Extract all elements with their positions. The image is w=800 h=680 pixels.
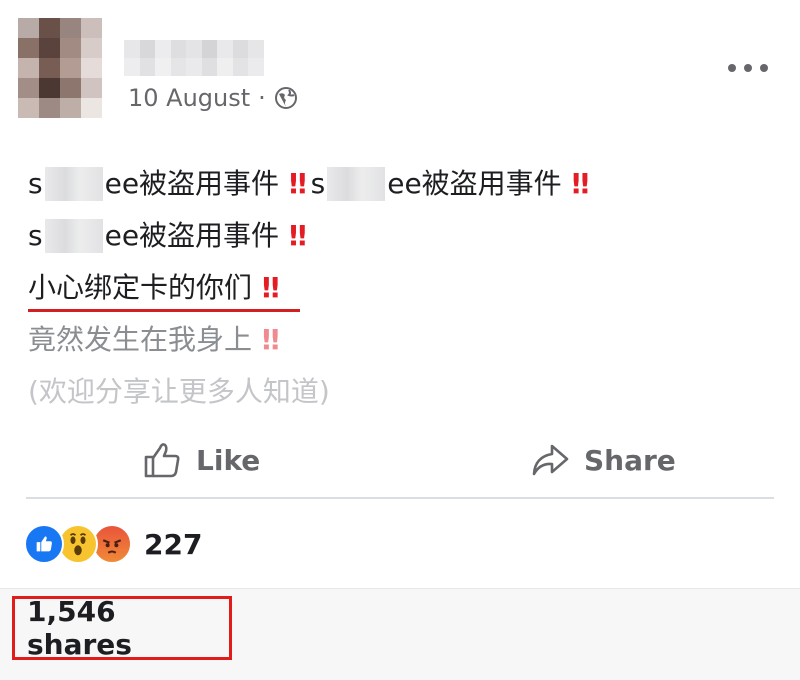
more-options-icon[interactable] bbox=[728, 58, 768, 78]
angry-reaction-icon bbox=[92, 524, 132, 564]
share-button[interactable]: Share bbox=[530, 430, 676, 490]
double-exclamation-icon: ‼ bbox=[289, 167, 306, 200]
wow-reaction-icon bbox=[58, 524, 98, 564]
post-text: s ee被盗用事件 ‼ s ee被盗用事件 ‼ s ee被盗用事件 ‼ 小心绑定… bbox=[28, 158, 768, 418]
like-label: Like bbox=[196, 443, 261, 477]
blurred-text bbox=[44, 219, 103, 253]
reactions-summary[interactable]: 227 bbox=[24, 524, 202, 564]
share-label: Share bbox=[584, 443, 676, 477]
shares-count[interactable]: 1,546 shares bbox=[12, 595, 232, 661]
globe-icon bbox=[274, 87, 297, 109]
blurred-text bbox=[327, 167, 386, 201]
double-exclamation-icon: ‼ bbox=[289, 219, 306, 252]
post-line-5: (欢迎分享让更多人知道) bbox=[28, 375, 330, 408]
like-button[interactable]: Like bbox=[142, 430, 260, 490]
post-date[interactable]: 10 August bbox=[128, 84, 250, 112]
double-exclamation-icon: ‼ bbox=[571, 167, 589, 200]
share-arrow-icon bbox=[532, 444, 569, 476]
avatar[interactable] bbox=[18, 18, 102, 118]
action-bar: Like Share bbox=[0, 430, 800, 490]
divider bbox=[26, 497, 774, 499]
post-line-2: s ee被盗用事件 ‼ bbox=[28, 210, 768, 262]
double-exclamation-icon: ‼ bbox=[262, 271, 279, 304]
blurred-text bbox=[44, 167, 103, 201]
red-underline-annotation bbox=[28, 309, 300, 312]
post-line-1: s ee被盗用事件 ‼ s ee被盗用事件 ‼ bbox=[28, 158, 768, 210]
reaction-count: 227 bbox=[144, 527, 203, 561]
shares-label: 1,546 shares bbox=[27, 595, 132, 661]
post-meta: 10 August · bbox=[128, 82, 298, 114]
post-line-4: 竟然发生在我身上 ‼ bbox=[28, 314, 768, 366]
thumbs-up-icon bbox=[144, 443, 180, 478]
post-line-3: 小心绑定卡的你们 ‼ bbox=[28, 262, 768, 314]
double-exclamation-icon: ‼ bbox=[262, 323, 279, 356]
meta-separator: · bbox=[258, 84, 266, 112]
like-reaction-icon bbox=[24, 524, 64, 564]
author-name[interactable] bbox=[124, 40, 264, 76]
